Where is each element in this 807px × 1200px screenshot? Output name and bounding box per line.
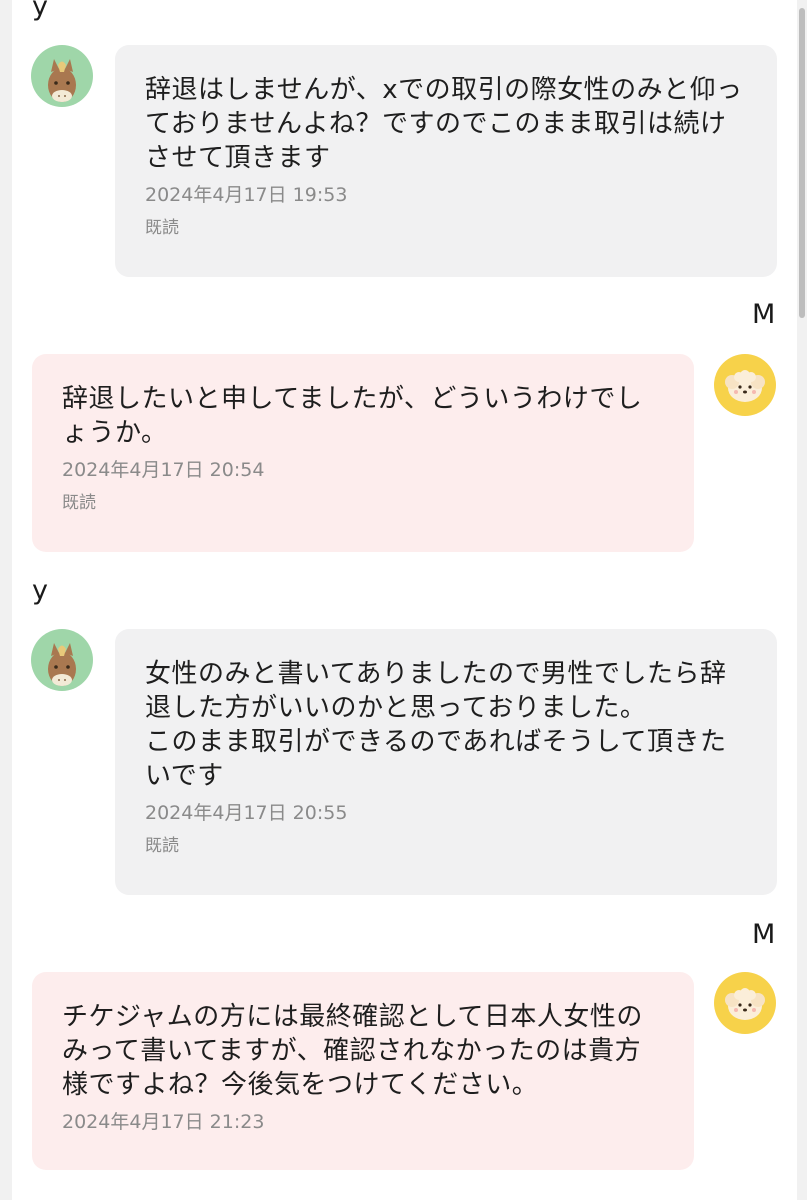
sender-name: y	[32, 575, 48, 606]
horse-avatar-icon[interactable]	[31, 45, 93, 107]
message-text: 辞退はしませんが、xでの取引の際女性のみと仰っておりませんよね？ですのでこのまま…	[145, 75, 743, 173]
sender-name: y	[32, 0, 48, 22]
chat-screen: y 辞退はしませんが、xでの取引の際女性のみと仰っておりませんよね？ですのでこの…	[0, 0, 807, 1200]
message-timestamp: 2024年4月17日 20:54	[62, 459, 265, 481]
sender-name: M	[752, 299, 776, 330]
scrollbar-track[interactable]	[797, 0, 807, 1200]
message-text: 辞退したいと申してましたが、どういうわけでしょうか。	[62, 384, 643, 448]
horse-avatar-icon[interactable]	[31, 629, 93, 691]
message-bubble-sent[interactable]: チケジャムの方には最終確認として日本人女性のみって書いてますが、確認されなかった…	[32, 972, 694, 1170]
message-timestamp: 2024年4月17日 19:53	[145, 184, 348, 206]
message-bubble-sent[interactable]: 辞退したいと申してましたが、どういうわけでしょうか。 2024年4月17日 20…	[32, 354, 694, 552]
dog-avatar-icon[interactable]	[714, 354, 776, 416]
message-text: 女性のみと書いてありましたので男性でしたら辞退した方がいいのかと思っておりました…	[145, 659, 727, 791]
message-timestamp: 2024年4月17日 20:55	[145, 802, 348, 824]
read-receipt: 既読	[62, 493, 96, 513]
message-timestamp: 2024年4月17日 21:23	[62, 1111, 265, 1133]
message-bubble-received[interactable]: 女性のみと書いてありましたので男性でしたら辞退した方がいいのかと思っておりました…	[115, 629, 777, 895]
message-text: チケジャムの方には最終確認として日本人女性のみって書いてますが、確認されなかった…	[62, 1002, 643, 1100]
read-receipt: 既読	[145, 836, 179, 856]
left-margin	[0, 0, 12, 1200]
dog-avatar-icon[interactable]	[714, 972, 776, 1034]
scrollbar-thumb[interactable]	[799, 8, 805, 318]
sender-name: M	[752, 919, 776, 950]
read-receipt: 既読	[145, 218, 179, 238]
message-bubble-received[interactable]: 辞退はしませんが、xでの取引の際女性のみと仰っておりませんよね？ですのでこのまま…	[115, 45, 777, 277]
